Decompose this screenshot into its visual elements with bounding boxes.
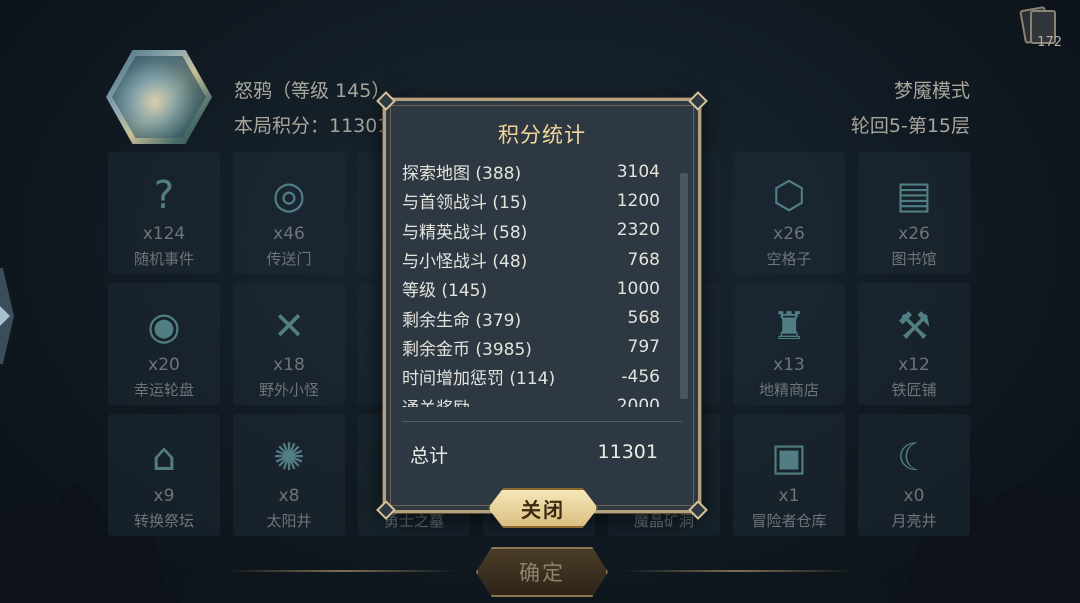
score-row-label: 等级 (145): [402, 281, 488, 302]
score-list[interactable]: 探索地图 (388) 3104 与首领战斗 (15) 1200 与精英战斗 (58)…: [402, 157, 674, 407]
confirm-divider-left: [226, 570, 458, 572]
tile-count: x0: [903, 486, 925, 506]
anvil-icon: ⚒: [896, 304, 932, 348]
tile-label: 勇士之墓: [383, 512, 444, 530]
tile-label: 铁匠铺: [891, 381, 937, 399]
moon-icon: ☾: [896, 435, 932, 479]
tile-label: 冒险者仓库: [751, 512, 827, 530]
book-icon: ▤: [896, 173, 932, 217]
score-row: 探索地图 (388) 3104: [402, 157, 674, 186]
score-row-value: 797: [627, 337, 660, 358]
event-tile[interactable]: ? x124 随机事件: [108, 152, 220, 274]
total-value: 11301: [597, 441, 658, 463]
tile-count: x26: [773, 224, 805, 244]
event-tile[interactable]: ◎ x46 传送门: [233, 152, 345, 274]
score-row: 与小怪战斗 (48) 768: [402, 245, 674, 274]
tile-label: 野外小怪: [258, 381, 319, 399]
crossed-swords-icon: ✕: [273, 304, 305, 348]
event-tile[interactable]: ⌂ x9 转换祭坛: [108, 414, 220, 536]
score-row-value: 1000: [616, 278, 660, 299]
wheel-icon: ◉: [147, 304, 181, 348]
tile-count: x9: [153, 486, 175, 506]
side-expand-arrow[interactable]: [0, 268, 14, 364]
score-row: 通关奖励 2000: [402, 391, 674, 407]
score-row: 剩余金币 (3985) 797: [402, 333, 674, 362]
tile-label: 转换祭坛: [133, 512, 194, 530]
score-row-label: 剩余金币 (3985): [402, 339, 532, 360]
score-list-scrollbar[interactable]: [680, 173, 688, 399]
player-avatar: [106, 50, 212, 144]
score-row: 与精英战斗 (58) 2320: [402, 216, 674, 245]
score-row-label: 通关奖励: [402, 394, 470, 407]
score-row-label: 与小怪战斗 (48): [402, 252, 528, 273]
tile-label: 月亮井: [891, 512, 937, 530]
score-row-label: 探索地图 (388): [402, 164, 522, 185]
tile-count: x46: [273, 224, 305, 244]
tile-label: 地精商店: [758, 381, 819, 399]
score-row-value: 2000: [616, 396, 660, 407]
altar-icon: ⌂: [151, 435, 177, 479]
chest-icon: ▣: [771, 435, 807, 479]
score-row-value: 768: [627, 249, 660, 270]
tile-label: 传送门: [266, 250, 312, 268]
corner-ornament: [688, 91, 708, 111]
event-tile[interactable]: ▤ x26 图书馆: [858, 152, 970, 274]
close-button[interactable]: 关闭: [488, 488, 598, 528]
tile-count: x8: [278, 486, 300, 506]
cycle-floor: 轮回5-第15层: [850, 115, 970, 137]
tile-count: x124: [142, 224, 186, 244]
score-row-value: 3104: [616, 161, 660, 182]
tile-count: x20: [148, 355, 180, 375]
tile-label: 幸运轮盘: [133, 381, 194, 399]
modal-title: 积分统计: [498, 123, 586, 147]
player-name: 怒鸦（等级 145）: [234, 80, 391, 102]
tile-label: 太阳井: [266, 512, 312, 530]
score-row: 剩余生命 (379) 568: [402, 303, 674, 332]
score-row: 等级 (145) 1000: [402, 274, 674, 303]
sun-icon: ✺: [273, 435, 305, 479]
event-tile[interactable]: ◉ x20 幸运轮盘: [108, 283, 220, 405]
tile-label: 空格子: [766, 250, 812, 268]
run-score: 本局积分：11301: [234, 115, 390, 137]
score-row-label: 与首领战斗 (15): [402, 193, 528, 214]
event-tile[interactable]: ♜ x13 地精商店: [733, 283, 845, 405]
score-row-label: 与精英战斗 (58): [402, 222, 528, 243]
tile-label: 图书馆: [891, 250, 937, 268]
total-label: 总计: [410, 445, 449, 467]
difficulty-mode: 梦魇模式: [893, 80, 970, 102]
tile-count: x1: [778, 486, 800, 506]
event-tile[interactable]: ☾ x0 月亮井: [858, 414, 970, 536]
tile-count: x13: [773, 355, 805, 375]
confirm-divider-right: [622, 570, 854, 572]
score-row: 与首领战斗 (15) 1200: [402, 186, 674, 215]
event-tile[interactable]: ✕ x18 野外小怪: [233, 283, 345, 405]
score-stats-modal: 积分统计 探索地图 (388) 3104 与首领战斗 (15) 1200 与精英战斗…: [376, 91, 708, 528]
event-tile[interactable]: ⬡ x26 空格子: [733, 152, 845, 274]
tile-count: x26: [898, 224, 930, 244]
event-tile[interactable]: ▣ x1 冒险者仓库: [733, 414, 845, 536]
confirm-button[interactable]: 确定: [476, 547, 608, 597]
card-count: 172: [1037, 35, 1062, 50]
score-row-value: 568: [627, 308, 660, 329]
score-row-label: 剩余生命 (379): [402, 310, 522, 331]
hexagon-icon: ⬡: [772, 173, 806, 217]
portal-icon: ◎: [272, 173, 306, 217]
question-icon: ?: [153, 173, 175, 217]
card-deck-counter[interactable]: 172: [1018, 6, 1062, 50]
score-row-value: 1200: [616, 190, 660, 211]
tile-label: 随机事件: [133, 250, 194, 268]
score-row-value: 2320: [616, 220, 660, 241]
score-row-value: -456: [621, 366, 660, 387]
total-divider: [402, 421, 682, 422]
score-row: 时间增加惩罚 (114) -456: [402, 362, 674, 391]
shop-hat-icon: ♜: [771, 304, 807, 348]
score-row-label: 时间增加惩罚 (114): [402, 369, 556, 390]
event-tile[interactable]: ✺ x8 太阳井: [233, 414, 345, 536]
total-row: 总计 11301: [410, 441, 658, 468]
tile-count: x12: [898, 355, 930, 375]
event-tile[interactable]: ⚒ x12 铁匠铺: [858, 283, 970, 405]
tile-count: x18: [273, 355, 305, 375]
